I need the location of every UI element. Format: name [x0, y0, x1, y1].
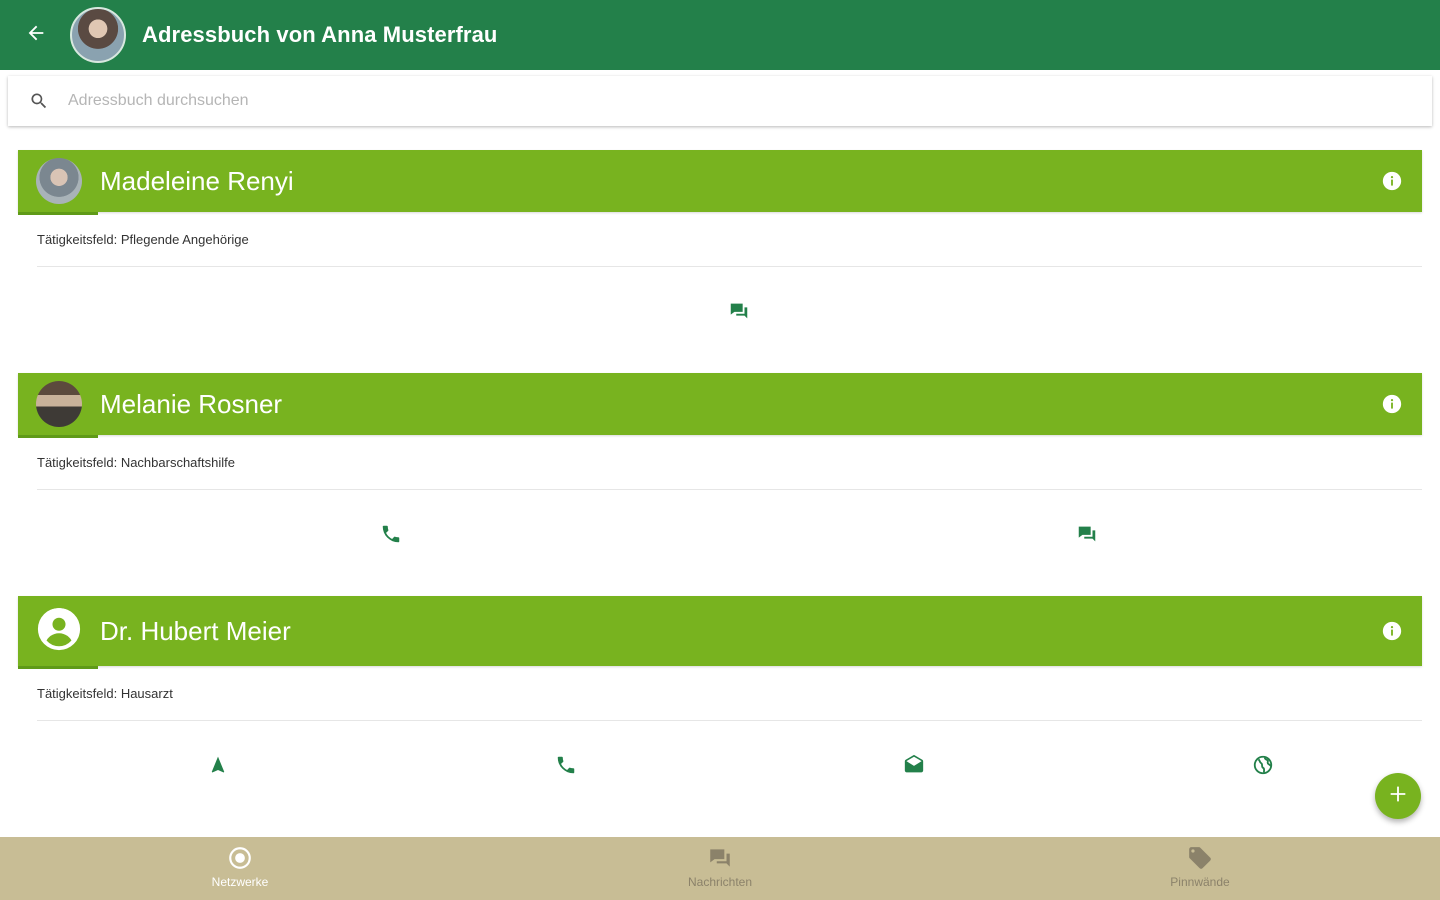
arrow-left-icon	[25, 22, 47, 49]
network-icon	[227, 845, 253, 871]
user-avatar[interactable]	[70, 7, 126, 63]
person-icon	[36, 608, 82, 654]
email-button[interactable]	[900, 753, 928, 781]
header-accent	[18, 666, 98, 669]
search-icon	[28, 90, 50, 112]
phone-button[interactable]	[552, 753, 580, 781]
search-bar	[8, 76, 1432, 126]
tag-icon	[1187, 845, 1213, 871]
phone-icon	[380, 523, 402, 550]
contact-avatar	[36, 608, 82, 654]
contact-avatar	[36, 381, 82, 427]
nav-item-pinnwaende[interactable]: Pinnwände	[960, 837, 1440, 900]
info-icon[interactable]	[1380, 392, 1404, 416]
globe-icon	[1252, 754, 1274, 781]
email-icon	[903, 754, 925, 781]
nav-item-nachrichten[interactable]: Nachrichten	[480, 837, 960, 900]
info-icon[interactable]	[1380, 619, 1404, 643]
contact-card-body: Tätigkeitsfeld: Pflegende Angehörige	[18, 212, 1422, 357]
chat-icon	[707, 845, 733, 871]
header-accent	[18, 435, 98, 438]
contact-card-body: Tätigkeitsfeld: Hausarzt	[18, 666, 1422, 811]
message-button[interactable]	[1073, 522, 1101, 550]
contact-name: Madeleine Renyi	[100, 165, 294, 196]
info-icon[interactable]	[1380, 169, 1404, 193]
nav-item-netzwerke[interactable]: Netzwerke	[0, 837, 480, 900]
contact-card-body: Tätigkeitsfeld: Nachbarschaftshilfe	[18, 435, 1422, 580]
contact-name: Dr. Hubert Meier	[100, 615, 291, 646]
contact-actions	[37, 490, 1422, 580]
navigation-icon	[208, 755, 228, 780]
contact-card-header[interactable]: Melanie Rosner	[18, 373, 1422, 438]
website-button[interactable]	[1249, 753, 1277, 781]
search-input[interactable]	[68, 92, 1368, 110]
contact-avatar	[36, 158, 82, 204]
contact-card: Madeleine Renyi Tätigkeitsfeld: Pflegend…	[18, 150, 1422, 357]
message-icon	[1076, 523, 1098, 550]
phone-button[interactable]	[377, 522, 405, 550]
app-root: Adressbuch von Anna Musterfrau Madeleine…	[0, 0, 1440, 900]
contact-card-header[interactable]: Dr. Hubert Meier	[18, 596, 1422, 669]
contact-field: Tätigkeitsfeld: Pflegende Angehörige	[37, 212, 1422, 267]
plus-icon	[1387, 783, 1409, 810]
contact-actions	[37, 721, 1422, 811]
back-button[interactable]	[18, 17, 54, 53]
bottom-navigation: Netzwerke Nachrichten Pinnwände	[0, 837, 1440, 900]
contact-card-header[interactable]: Madeleine Renyi	[18, 150, 1422, 215]
nav-label: Netzwerke	[211, 874, 269, 889]
message-button[interactable]	[725, 299, 753, 327]
contact-name: Melanie Rosner	[100, 388, 283, 419]
top-app-bar: Adressbuch von Anna Musterfrau	[0, 0, 1440, 70]
nav-label: Pinnwände	[1170, 874, 1230, 889]
header-accent	[18, 212, 98, 215]
phone-icon	[555, 754, 577, 781]
contact-field: Tätigkeitsfeld: Nachbarschaftshilfe	[37, 435, 1422, 490]
add-contact-button[interactable]	[1375, 773, 1421, 819]
contact-card: Dr. Hubert Meier Tätigkeitsfeld: Hausarz…	[18, 596, 1422, 811]
contact-actions	[37, 267, 1422, 357]
message-icon	[728, 300, 750, 327]
page-title: Adressbuch von Anna Musterfrau	[142, 22, 498, 47]
navigate-button[interactable]	[204, 753, 232, 781]
contact-field: Tätigkeitsfeld: Hausarzt	[37, 666, 1422, 721]
nav-label: Nachrichten	[687, 874, 753, 889]
contact-card: Melanie Rosner Tätigkeitsfeld: Nachbarsc…	[18, 373, 1422, 580]
